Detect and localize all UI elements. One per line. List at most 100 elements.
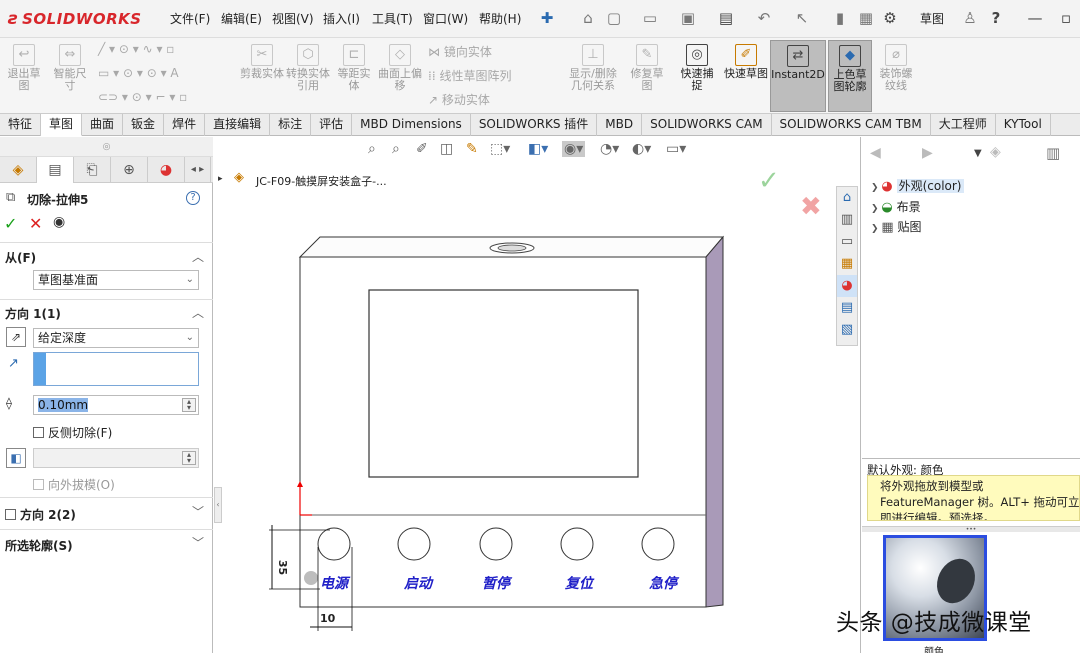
repair-sketch-button[interactable]: ✎ 修复草图 [626, 44, 668, 92]
user-icon[interactable]: ♙ [960, 8, 980, 28]
shaded-sketch-contours-button[interactable]: ◆ 上色草图轮廓 [828, 40, 872, 112]
tab-weldments[interactable]: 焊件 [164, 114, 206, 136]
menu-view[interactable]: 视图(V) [272, 10, 314, 27]
library-icon[interactable]: ▥ [1046, 144, 1060, 162]
tab-surfaces[interactable]: 曲面 [82, 114, 124, 136]
solidworks-resources-icon[interactable]: ⌂ [837, 187, 857, 209]
minimize-icon[interactable]: — [1025, 8, 1045, 28]
appearances-scenes-icon[interactable]: ◕ [837, 275, 857, 297]
direction2-section-header[interactable]: 方向 2(2) [5, 506, 76, 523]
menu-file[interactable]: 文件(F) [170, 10, 210, 27]
file-explorer-icon[interactable]: ▭ [837, 231, 857, 253]
view-palette-icon[interactable]: ▦ [837, 253, 857, 275]
from-section-header[interactable]: 从(F) [5, 249, 36, 266]
end-condition-select[interactable]: 给定深度 ⌄ [33, 328, 199, 348]
quick-snaps-button[interactable]: ◎ 快速捕捉 [676, 44, 718, 92]
offset-on-surface-button[interactable]: ◇ 曲面上偏移 [378, 44, 422, 92]
ok-check-icon[interactable]: ✓ [4, 214, 17, 233]
options-gear-icon[interactable]: ⚙ [880, 8, 900, 28]
selected-contours-section-header[interactable]: 所选轮廓(S) [5, 537, 73, 554]
restore-icon[interactable]: ▫ [1056, 8, 1076, 28]
direction2-expand-chevron-icon[interactable]: ﹀ [192, 503, 204, 520]
rebuild-icon[interactable]: ▮ [830, 8, 850, 28]
open-folder-icon[interactable]: ▭ [640, 8, 660, 28]
menu-tools[interactable]: 工具(T) [372, 10, 413, 27]
solidworks-logo[interactable]: ƨ SOLIDWORKS [8, 6, 143, 32]
configuration-manager-tab-icon[interactable]: ⎗ [74, 157, 111, 183]
add-favorite-icon[interactable]: ◈ [990, 144, 1001, 160]
tab-mbd-dimensions[interactable]: MBD Dimensions [352, 114, 471, 136]
exit-sketch-button[interactable]: ↩ 退出草图 [4, 44, 44, 92]
display-delete-relations-button[interactable]: ⊥ 显示/删除几何关系 [564, 44, 622, 92]
dimension-35[interactable]: 35 [276, 560, 289, 575]
cancel-x-icon[interactable]: ✕ [29, 214, 42, 233]
slot-tool-icon[interactable]: ⊂⊃ ▾ ⊙ ▾ ⌐ ▾ ▫ [98, 90, 187, 104]
back-arrow-icon[interactable]: ◀ [870, 145, 881, 161]
design-library-icon[interactable]: ▥ [837, 209, 857, 231]
menu-help[interactable]: 帮助(H) [479, 10, 521, 27]
depth-input[interactable]: 0.10mm ▴ ▾ [33, 395, 199, 415]
instant2d-button[interactable]: ⇄ Instant2D [770, 40, 826, 112]
feature-manager-tab-icon[interactable]: ◈ [0, 157, 37, 183]
search-commands-label[interactable]: 草图 [920, 10, 944, 27]
new-document-icon[interactable]: ▢ [604, 8, 624, 28]
selected-contours-expand-chevron-icon[interactable]: ﹀ [192, 534, 204, 551]
mirror-entities-button[interactable]: ⋈ 镜向实体 [428, 43, 492, 60]
menu-edit[interactable]: 编辑(E) [221, 10, 262, 27]
rapid-sketch-button[interactable]: ✐ 快速草图 [724, 44, 768, 80]
print-icon[interactable]: ▤ [716, 8, 736, 28]
home-icon[interactable]: ⌂ [578, 8, 598, 28]
save-icon[interactable]: ▣ [678, 8, 698, 28]
from-select[interactable]: 草图基准面 ⌄ [33, 270, 199, 290]
draft-icon[interactable]: ◧ [6, 448, 26, 468]
dimxpert-tab-icon[interactable]: ⊕ [111, 157, 148, 183]
menu-insert[interactable]: 插入(I) [323, 10, 360, 27]
direction1-section-header[interactable]: 方向 1(1) [5, 305, 61, 322]
file-properties-icon[interactable]: ▦ [856, 8, 876, 28]
tab-markup[interactable]: 标注 [270, 114, 312, 136]
tree-item-scenes[interactable]: ❯ ◒ 布景 [871, 198, 921, 215]
direction1-collapse-chevron-icon[interactable]: ︿ [192, 304, 204, 321]
pane-splitter-handle[interactable]: ••• [862, 526, 1080, 533]
display-manager-tab-icon[interactable]: ◕ [148, 157, 185, 183]
direction-selection-box[interactable] [33, 352, 199, 386]
tab-features[interactable]: 特征 [0, 114, 42, 136]
flip-side-checkbox[interactable]: 反侧切除(F) [33, 424, 112, 441]
tab-solidworks-cam-tbm[interactable]: SOLIDWORKS CAM TBM [772, 114, 931, 136]
forward-arrow-icon[interactable]: ▶ [922, 145, 933, 161]
tab-mbd[interactable]: MBD [597, 114, 643, 136]
pin-icon[interactable]: ✚ [537, 8, 557, 28]
tab-direct-editing[interactable]: 直接编辑 [205, 114, 271, 136]
reverse-direction-icon[interactable]: ⇗ [6, 327, 26, 347]
help-icon[interactable]: ? [986, 8, 1006, 28]
trim-entities-button[interactable]: ✂ 剪裁实体 [240, 44, 284, 80]
undo-icon[interactable]: ↶ [754, 8, 774, 28]
help-circle-icon[interactable]: ? [186, 191, 200, 205]
offset-entities-button[interactable]: ⊏ 等距实体 [334, 44, 374, 92]
convert-entities-button[interactable]: ⬡ 转换实体引用 [286, 44, 330, 92]
linear-pattern-button[interactable]: ⁞⁞ 线性草图阵列 [428, 67, 511, 84]
smart-dimension-button[interactable]: ⇔ 智能尺寸 [50, 44, 90, 92]
panel-collapse-handle[interactable]: ◎ [0, 137, 213, 157]
tab-evaluate[interactable]: 评估 [311, 114, 353, 136]
tab-solidworks-cam[interactable]: SOLIDWORKS CAM [642, 114, 772, 136]
tab-scroll-arrows-icon[interactable]: ◂ ▸ [185, 157, 211, 183]
tab-solidworks-addins[interactable]: SOLIDWORKS 插件 [471, 114, 598, 136]
tree-item-decals[interactable]: ❯ ▦ 贴图 [871, 218, 922, 235]
select-arrow-icon[interactable]: ↖ [792, 8, 812, 28]
preview-eye-icon[interactable]: ◉ [53, 214, 65, 230]
custom-properties-icon[interactable]: ▤ [837, 297, 857, 319]
rectangle-tool-icon[interactable]: ▭ ▾ ⊙ ▾ ⊙ ▾ A [98, 66, 179, 80]
tab-sheet-metal[interactable]: 钣金 [123, 114, 165, 136]
move-entities-button[interactable]: ↗ 移动实体 [428, 91, 490, 108]
tree-item-appearances[interactable]: ❯ ◕ 外观(color) [871, 177, 964, 194]
depth-spinner-icon[interactable]: ▴ ▾ [182, 398, 196, 412]
cosmetic-thread-button[interactable]: ⌀ 装饰螺纹线 [876, 44, 916, 92]
menu-window[interactable]: 窗口(W) [423, 10, 468, 27]
tab-sketch[interactable]: 草图 [41, 114, 83, 136]
line-tool-icon[interactable]: ╱ ▾ ⊙ ▾ ∿ ▾ ▫ [98, 42, 174, 56]
property-manager-tab-icon[interactable]: ▤ [37, 157, 74, 183]
forum-icon[interactable]: ▧ [837, 319, 857, 341]
dropdown-arrow-icon[interactable]: ▼ [974, 148, 982, 159]
tab-kytool[interactable]: KYTool [996, 114, 1051, 136]
